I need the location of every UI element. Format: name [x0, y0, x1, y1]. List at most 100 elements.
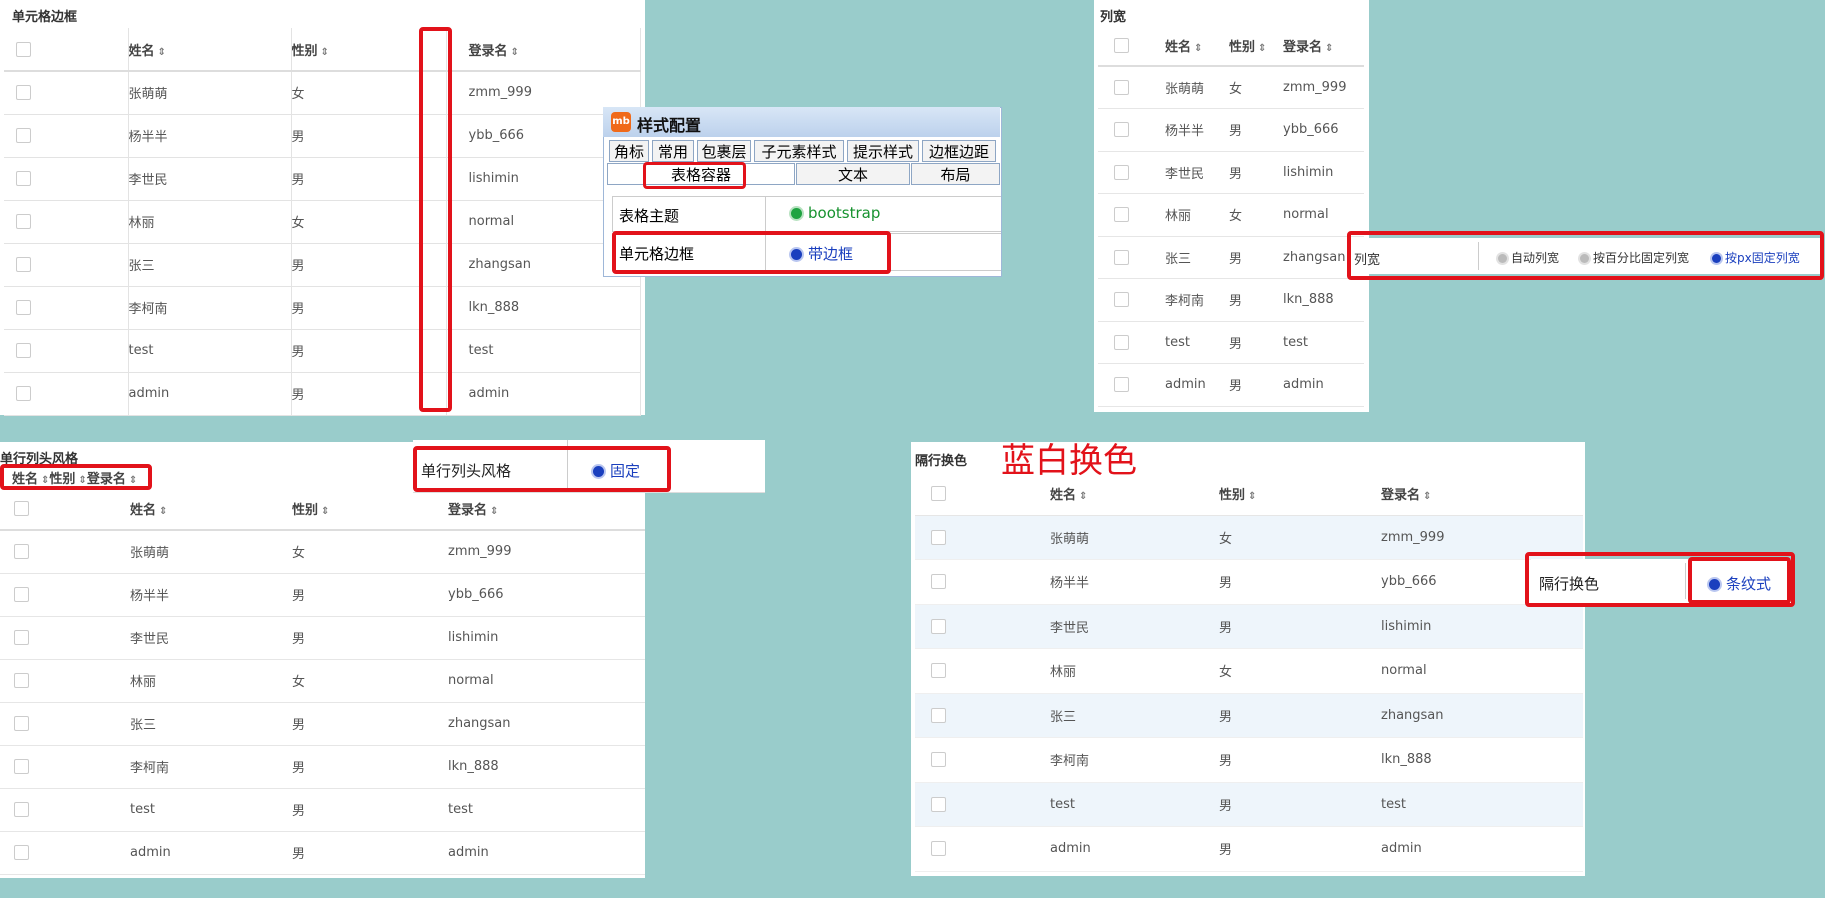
table-row: 张萌萌女 zmm_999 [915, 515, 1583, 560]
row-checkbox[interactable] [16, 171, 31, 186]
panel-title: 隔行换色 [915, 454, 968, 469]
tab-text[interactable]: 文本 [796, 163, 910, 185]
column-width-panel: 列宽 姓名 ⇕ 性别 ⇕ 登录名 ⇕ 张萌萌女 zmm_999 杨半半男 ybb_666 … [1094, 0, 1369, 412]
row-checkbox[interactable] [14, 845, 29, 860]
row-checkbox[interactable] [1114, 122, 1129, 138]
column-header-name[interactable]: 姓名 ⇕ [130, 488, 292, 531]
row-checkbox[interactable] [1114, 377, 1129, 393]
row-checkbox[interactable] [14, 759, 29, 774]
row-checkbox[interactable] [16, 300, 31, 315]
sort-icon[interactable]: ⇕ [1325, 43, 1333, 54]
table-row: admin 男 admin [1098, 363, 1364, 407]
sort-icon[interactable]: ⇕ [1258, 43, 1266, 54]
table-row: 张三男 zhangsan [4, 243, 641, 287]
select-all-checkbox[interactable] [14, 501, 29, 516]
theme-radio[interactable]: bootstrap [791, 204, 880, 222]
row-checkbox[interactable] [931, 618, 946, 634]
row-checkbox[interactable] [16, 128, 31, 143]
cell-border-table: 姓名 ⇕ 性别 ⇕ 登录名 ⇕ 张萌萌女 zmm_999 杨半半男 ybb_666 李世民… [4, 28, 641, 416]
tab-border-margin[interactable]: 边框边距 [922, 140, 996, 162]
row-checkbox[interactable] [14, 587, 29, 602]
row-checkbox[interactable] [16, 214, 31, 229]
row-checkbox[interactable] [14, 802, 29, 817]
row-checkbox[interactable] [14, 673, 29, 688]
table-row: admin 男 admin [4, 372, 641, 416]
sort-icon[interactable]: ⇕ [159, 506, 167, 517]
app-logo-icon: mb [611, 112, 631, 132]
column-header-login[interactable]: 登录名 ⇕ [1283, 26, 1364, 67]
stripe-annotation: 蓝白换色 [1001, 441, 1137, 481]
row-checkbox[interactable] [14, 630, 29, 645]
row-checkbox[interactable] [931, 752, 946, 768]
tab-common[interactable]: 常用 [652, 140, 694, 162]
tab-child-style[interactable]: 子元素样式 [754, 140, 844, 162]
column-header-gender[interactable]: 性别 ⇕ [1219, 472, 1381, 516]
table-row: test 男 test [4, 329, 641, 373]
sort-icon[interactable]: ⇕ [1079, 491, 1087, 502]
sort-icon[interactable]: ⇕ [321, 506, 329, 517]
column-header-login[interactable]: 登录名 ⇕ [446, 28, 641, 72]
sort-icon[interactable]: ⇕ [490, 506, 498, 517]
select-all-checkbox[interactable] [16, 41, 31, 57]
row-checkbox[interactable] [14, 716, 29, 731]
row-checkbox[interactable] [16, 85, 31, 101]
row-checkbox[interactable] [931, 574, 946, 590]
row-checkbox[interactable] [1114, 292, 1129, 308]
row-checkbox[interactable] [931, 707, 946, 723]
table-row: test 男 test [1098, 321, 1364, 364]
row-checkbox[interactable] [1114, 334, 1129, 350]
tab-corner-badge[interactable]: 角标 [609, 140, 649, 162]
tab-wrapper[interactable]: 包裹层 [697, 140, 751, 162]
row-checkbox[interactable] [14, 544, 29, 560]
select-all-checkbox[interactable] [1114, 38, 1129, 53]
highlight-header-style-setting [413, 446, 671, 492]
cell-border-panel: 单元格边框 姓名 ⇕ 性别 ⇕ 登录名 ⇕ 张萌萌女 zmm_999 杨半半男 ybb_6… [0, 0, 645, 416]
row-checkbox[interactable] [1114, 249, 1129, 265]
stripe-panel: 隔行换色 姓名 ⇕ 性别 ⇕ 登录名 ⇕ 张萌萌女 zmm_999 杨半半男 ybb_66… [911, 442, 1585, 876]
row-checkbox[interactable] [16, 343, 31, 358]
row-checkbox[interactable] [931, 663, 946, 679]
table-row: 李柯南男 lkn_888 [915, 737, 1583, 783]
table-row: admin 男 admin [0, 831, 645, 875]
table-row: admin 男 admin [915, 826, 1583, 872]
table-row: 杨半半男 ybb_666 [915, 559, 1583, 605]
column-header-name[interactable]: 姓名 ⇕ [1165, 26, 1229, 67]
sort-icon[interactable]: ⇕ [1423, 491, 1431, 502]
sort-icon[interactable]: ⇕ [1194, 43, 1202, 54]
column-header-gender[interactable]: 性别 ⇕ [292, 488, 448, 531]
table-row: 张萌萌女 zmm_999 [1098, 66, 1364, 109]
row-checkbox[interactable] [16, 257, 31, 272]
sort-icon[interactable]: ⇕ [1248, 491, 1256, 502]
stripe-table: 姓名 ⇕ 性别 ⇕ 登录名 ⇕ 张萌萌女 zmm_999 杨半半男 ybb_666 李世民… [915, 472, 1583, 872]
table-row: 张萌萌女 zmm_999 [0, 530, 645, 574]
window-titlebar: mb 样式配置 [603, 107, 1000, 137]
highlight-column-width-setting [1347, 231, 1824, 280]
column-width-table: 姓名 ⇕ 性别 ⇕ 登录名 ⇕ 张萌萌女 zmm_999 杨半半男 ybb_666 李世民… [1098, 26, 1364, 407]
highlight-stripe-value [1688, 557, 1791, 604]
table-row: 李世民男 lishimin [1098, 151, 1364, 194]
table-row: 李柯南男 lkn_888 [1098, 278, 1364, 322]
tab-layout[interactable]: 布局 [911, 163, 1000, 185]
table-row: test 男 test [0, 788, 645, 832]
tab-tooltip-style[interactable]: 提示样式 [847, 140, 919, 162]
column-header-login[interactable]: 登录名 ⇕ [448, 488, 645, 531]
row-checkbox[interactable] [1114, 164, 1129, 180]
table-row: 林丽女 normal [0, 659, 645, 703]
column-header-gender[interactable]: 性别 ⇕ [1229, 26, 1283, 67]
sort-icon[interactable]: ⇕ [321, 47, 329, 58]
highlight-cell-border-setting [612, 231, 891, 274]
highlight-mini-header [0, 464, 152, 490]
sort-icon[interactable]: ⇕ [158, 47, 166, 58]
column-header-login[interactable]: 登录名 ⇕ [1381, 472, 1583, 516]
column-header-name[interactable]: 姓名 ⇕ [128, 28, 292, 72]
row-checkbox[interactable] [931, 796, 946, 812]
table-row: 李柯南男 lkn_888 [0, 745, 645, 789]
row-checkbox[interactable] [931, 529, 946, 545]
row-checkbox[interactable] [931, 841, 946, 857]
config-row-theme: 表格主题 bootstrap [612, 196, 1001, 232]
sort-icon[interactable]: ⇕ [511, 47, 519, 58]
row-checkbox[interactable] [1114, 80, 1129, 95]
select-all-checkbox[interactable] [931, 485, 946, 501]
row-checkbox[interactable] [16, 386, 31, 401]
row-checkbox[interactable] [1114, 207, 1129, 223]
